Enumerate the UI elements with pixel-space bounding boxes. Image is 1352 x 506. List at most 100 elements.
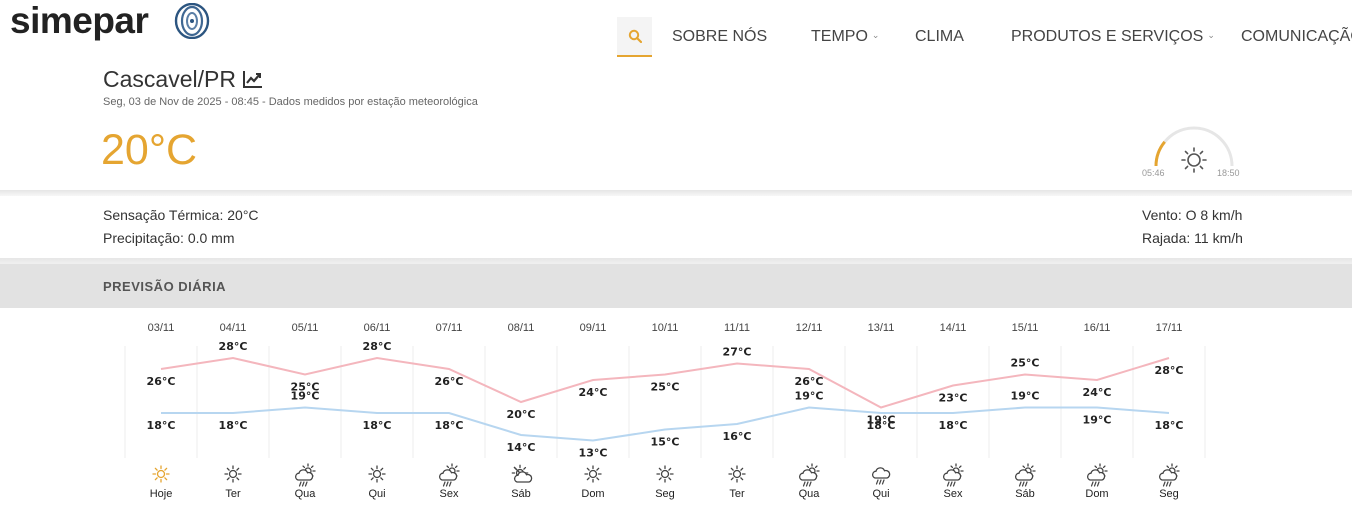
min-temp-label: 16°C [723, 430, 752, 443]
chart-trend-icon[interactable] [243, 70, 263, 88]
forecast-day: Qui [368, 488, 385, 500]
forecast-day: Ter [729, 488, 745, 500]
simepar-logo[interactable]: simepar [10, 0, 149, 42]
wind: Vento: O 8 km/h [1142, 207, 1243, 223]
forecast-day: Dom [581, 488, 604, 500]
forecast-date: 06/11 [364, 322, 391, 334]
sun-icon [152, 465, 170, 483]
forecast-day: Sáb [511, 488, 531, 500]
max-temp-label: 26°C [795, 375, 824, 388]
max-temp-label: 24°C [579, 386, 608, 399]
sun-arc-widget: 05:46 18:50 [1142, 122, 1246, 182]
min-temp-label: 15°C [651, 436, 680, 449]
forecast-date: 03/11 [148, 322, 175, 334]
max-temp-label: 28°C [1155, 364, 1184, 377]
forecast-day: Qui [872, 488, 889, 500]
radar-logo-icon [174, 3, 210, 39]
min-temp-label: 18°C [147, 419, 176, 432]
min-temp-label: 18°C [1155, 419, 1184, 432]
forecast-date: 09/11 [580, 322, 607, 334]
min-temp-label: 19°C [795, 390, 824, 403]
divider [0, 190, 1352, 196]
forecast-day: Sex [440, 488, 459, 500]
max-temp-label: 28°C [219, 340, 248, 353]
sun-rain-icon [1159, 463, 1180, 487]
forecast-date: 14/11 [940, 322, 967, 334]
max-temp-label: 26°C [435, 375, 464, 388]
feels-like: Sensação Térmica: 20°C [103, 207, 259, 223]
sunset-time: 18:50 [1217, 168, 1240, 178]
sun-icon [224, 465, 242, 483]
forecast-date: 17/11 [1156, 322, 1183, 334]
forecast-date: 08/11 [508, 322, 535, 334]
max-temp-label: 23°C [939, 392, 968, 405]
nav-comunicacao[interactable]: COMUNICAÇÃO [1241, 28, 1352, 46]
forecast-day: Sex [944, 488, 963, 500]
min-temp-label: 19°C [1083, 414, 1112, 427]
forecast-date: 10/11 [652, 322, 679, 334]
forecast-date: 13/11 [868, 322, 895, 334]
min-temp-label: 19°C [1011, 390, 1040, 403]
min-temp-label: 13°C [579, 447, 608, 460]
forecast-date: 11/11 [724, 322, 750, 334]
search-icon [628, 29, 642, 43]
sunrise-time: 05:46 [1142, 168, 1165, 178]
sun-icon [1181, 147, 1207, 173]
max-temp-label: 28°C [363, 340, 392, 353]
forecast-day: Dom [1085, 488, 1108, 500]
max-temp-label: 24°C [1083, 386, 1112, 399]
min-temp-label: 18°C [867, 419, 896, 432]
sun-rain-icon [1087, 463, 1108, 487]
sun-rain-icon [799, 463, 820, 487]
nav-tempo[interactable]: TEMPO ⌄ [811, 28, 879, 46]
forecast-day: Seg [1159, 488, 1179, 500]
min-temp-label: 18°C [219, 419, 248, 432]
forecast-date: 15/11 [1012, 322, 1039, 334]
chevron-down-icon: ⌄ [871, 30, 880, 40]
forecast-day: Ter [225, 488, 241, 500]
sun-rain-icon [439, 463, 460, 487]
forecast-date: 04/11 [220, 322, 247, 334]
precipitation: Precipitação: 0.0 mm [103, 230, 235, 246]
sun-icon [656, 465, 674, 483]
max-temp-label: 26°C [147, 375, 176, 388]
wind-gust: Rajada: 11 km/h [1142, 230, 1243, 246]
daily-forecast-title: PREVISÃO DIÁRIA [103, 279, 227, 294]
forecast-date: 12/11 [796, 322, 823, 334]
sun-rain-icon [1015, 463, 1036, 487]
site-header: simepar SOBRE NÓS TEMPO ⌄ CLIMA PRODUTOS … [0, 0, 1352, 60]
sun-icon [368, 465, 386, 483]
nav-clima[interactable]: CLIMA [915, 28, 964, 46]
forecast-day: Hoje [150, 488, 173, 500]
max-temp-label: 25°C [1011, 357, 1040, 370]
sun-icon [584, 465, 602, 483]
min-temp-label: 18°C [939, 419, 968, 432]
sun-rain-icon [943, 463, 964, 487]
cloud-rain-icon [872, 467, 891, 485]
max-temp-label: 27°C [723, 346, 752, 359]
forecast-day: Seg [655, 488, 675, 500]
forecast-date: 07/11 [436, 322, 463, 334]
min-temp-label: 19°C [291, 390, 320, 403]
max-temp-label: 20°C [507, 408, 536, 421]
chevron-down-icon: ⌄ [1207, 30, 1215, 40]
forecast-day: Sáb [1015, 488, 1035, 500]
min-temp-label: 14°C [507, 441, 536, 454]
sun-rain-icon [295, 463, 316, 487]
sun-icon [728, 465, 746, 483]
min-temp-label: 18°C [435, 419, 464, 432]
search-button[interactable] [617, 17, 652, 57]
forecast-date: 05/11 [292, 322, 319, 334]
nav-produtos-servicos[interactable]: PRODUTOS E SERVIÇOS ⌄ [1011, 28, 1215, 46]
city-name: Cascavel/PR [103, 66, 236, 92]
daily-forecast-chart: 03/11 04/11 05/11 06/11 07/11 08/11 09/11 10/11… [124, 322, 1206, 500]
current-temperature: 20°C [101, 126, 198, 174]
observation-subline: Seg, 03 de Nov de 2025 - 08:45 - Dados m… [103, 96, 478, 108]
nav-sobre-nos[interactable]: SOBRE NÓS [672, 28, 767, 46]
max-temp-label: 25°C [651, 381, 680, 394]
forecast-day: Qua [799, 488, 821, 500]
forecast-day: Qua [295, 488, 317, 500]
sun-cloud-icon [511, 464, 533, 483]
min-temp-label: 18°C [363, 419, 392, 432]
forecast-date: 16/11 [1084, 322, 1111, 334]
